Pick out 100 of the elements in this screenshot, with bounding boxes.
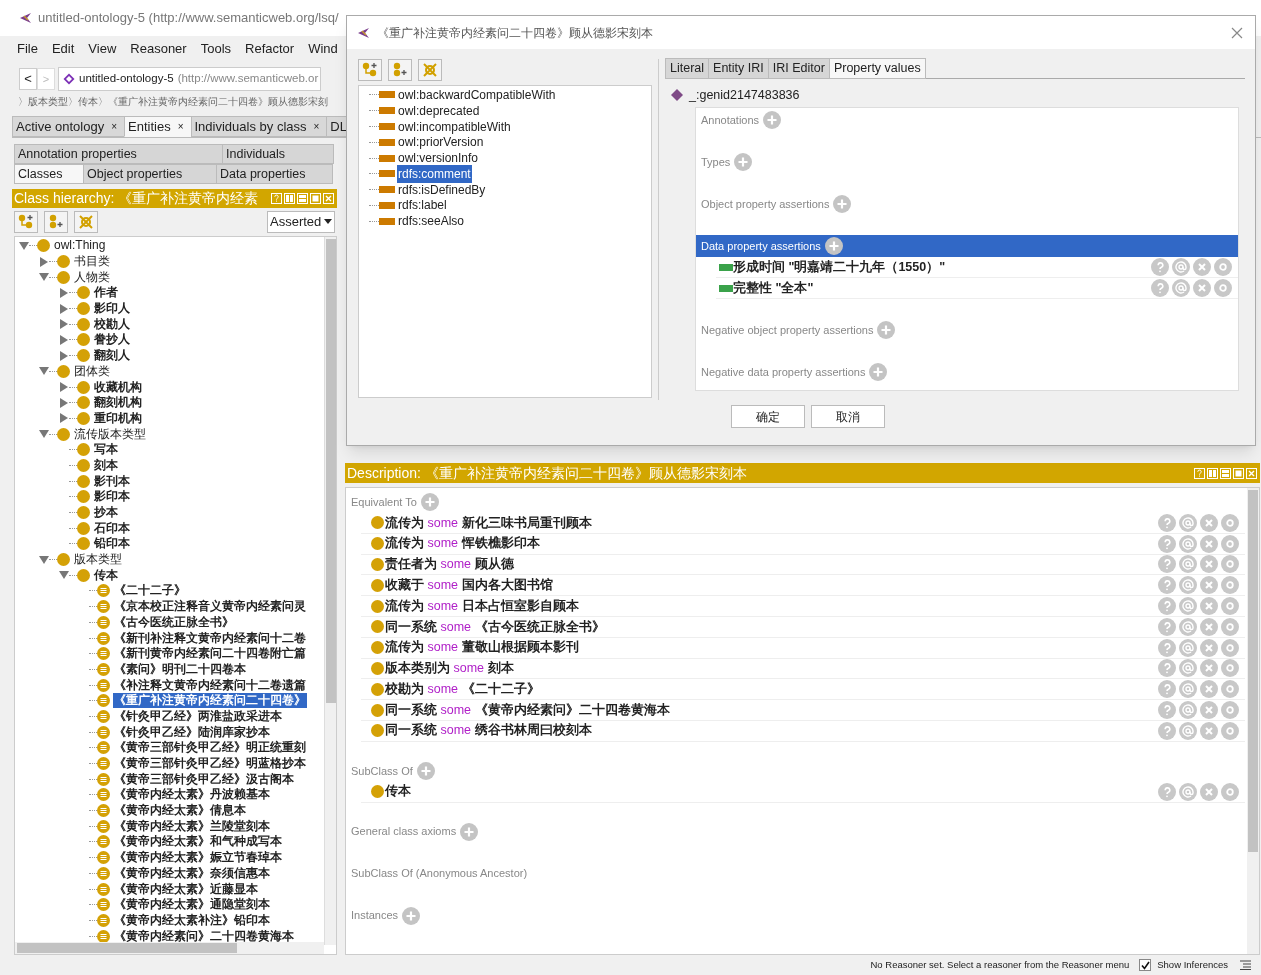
tab[interactable]: Individuals [222, 144, 334, 164]
class-item[interactable]: 收藏机构 [93, 379, 143, 395]
section-header[interactable]: Data property assertions [696, 235, 1238, 257]
class-item[interactable]: owl:Thing [53, 238, 107, 254]
class-item[interactable]: 写本 [93, 442, 119, 458]
edit-button[interactable] [1221, 659, 1239, 678]
delete-button[interactable] [1193, 279, 1211, 297]
list-icon[interactable] [1240, 960, 1251, 970]
individual-item[interactable]: 《黄帝内经太素》和气种成写本 [113, 834, 283, 850]
annotate-button[interactable] [1179, 617, 1197, 636]
close-icon[interactable] [1246, 467, 1257, 479]
annotate-button[interactable] [1179, 513, 1197, 532]
tab-close-button[interactable]: × [177, 119, 184, 134]
tab[interactable]: IRI Editor [767, 58, 830, 79]
delete-button[interactable] [1200, 617, 1218, 636]
edit-button[interactable] [1221, 555, 1239, 574]
collapsed-arrow-icon[interactable] [59, 382, 69, 393]
vertical-scrollbar[interactable] [1247, 488, 1259, 954]
delete-button[interactable] [1200, 701, 1218, 720]
class-item[interactable]: 翻刻机构 [93, 395, 143, 411]
edit-button[interactable] [1221, 534, 1239, 553]
annotate-button[interactable] [1179, 555, 1197, 574]
edit-button[interactable] [1221, 576, 1239, 595]
tab[interactable]: Data properties [216, 164, 333, 184]
maximize-icon[interactable] [310, 193, 321, 204]
individual-item[interactable]: 《黄帝三部针灸甲乙经》明正统重刻 [113, 740, 307, 756]
tab[interactable]: Object properties [83, 164, 217, 184]
help-icon[interactable] [271, 193, 282, 204]
expanded-arrow-icon[interactable] [59, 570, 69, 581]
expanded-arrow-icon[interactable] [19, 240, 29, 251]
individual-item[interactable]: 《黄帝内经太素》通隐堂刻本 [113, 897, 271, 913]
class-item[interactable]: 校勘人 [93, 316, 131, 332]
class-item[interactable]: 团体类 [73, 363, 111, 379]
help-button[interactable] [1158, 576, 1176, 595]
help-button[interactable] [1158, 721, 1176, 740]
class-item[interactable]: 刻本 [93, 457, 119, 473]
scrollbar-thumb[interactable] [1248, 490, 1258, 852]
property-item[interactable]: rdfs:comment [397, 164, 472, 183]
individual-item[interactable]: 《京本校正注释音义黄帝内经素问灵 [113, 599, 307, 615]
collapsed-arrow-icon[interactable] [59, 287, 69, 298]
individual-item[interactable]: 《素问》明刊二十四卷本 [113, 661, 247, 677]
individual-item[interactable]: 《黄帝内经素问》二十四卷黄海本 [113, 928, 295, 942]
annotate-button[interactable] [1179, 597, 1197, 616]
menu-item[interactable]: Refactor [238, 39, 302, 59]
collapsed-arrow-icon[interactable] [59, 350, 69, 361]
individual-item[interactable]: 《补注释文黄帝内经素问十二卷遗篇 [113, 677, 307, 693]
edit-button[interactable] [1221, 597, 1239, 616]
individual-item[interactable]: 《针灸甲乙经》两淮盐政采进本 [113, 708, 283, 724]
annotate-button[interactable] [1179, 701, 1197, 720]
delete-button[interactable] [1200, 513, 1218, 532]
individual-item[interactable]: 《新刊黄帝内经素问二十四卷附亡篇 [113, 646, 307, 662]
annotate-button[interactable] [1179, 576, 1197, 595]
help-button[interactable] [1158, 513, 1176, 532]
individual-item[interactable]: 《黄帝内经太素》近藤显本 [113, 881, 259, 897]
tab[interactable]: Entities × [124, 116, 192, 137]
scrollbar-thumb[interactable] [17, 943, 237, 953]
delete-button[interactable] [1200, 597, 1218, 616]
delete-button[interactable] [1200, 680, 1218, 699]
class-item[interactable]: 人物类 [73, 269, 111, 285]
back-button[interactable]: < [19, 68, 37, 90]
edit-button[interactable] [1214, 258, 1232, 276]
individual-item[interactable]: 《黄帝三部针灸甲乙经》汲古阁本 [113, 771, 295, 787]
class-item[interactable]: 流传版本类型 [73, 426, 147, 442]
collapsed-arrow-icon[interactable] [59, 334, 69, 345]
individual-item[interactable]: 《古今医统正脉全书》 [113, 614, 235, 630]
annotate-button[interactable] [1172, 258, 1190, 276]
maximize-icon[interactable] [1233, 467, 1244, 479]
property-item[interactable]: rdfs:isDefinedBy [397, 180, 487, 199]
delete-button[interactable] [1200, 782, 1218, 801]
split-vertical-icon[interactable] [284, 193, 295, 204]
menu-item[interactable]: Tools [193, 39, 239, 59]
class-item[interactable]: 影刊本 [93, 473, 131, 489]
delete-button[interactable] [1200, 534, 1218, 553]
delete-button[interactable] [1200, 576, 1218, 595]
class-item[interactable]: 翻刻人 [93, 348, 131, 364]
individual-item[interactable]: 《黄帝三部针灸甲乙经》明蓝格抄本 [113, 756, 307, 772]
help-button[interactable] [1158, 555, 1176, 574]
tab[interactable]: Active ontology × [12, 116, 125, 137]
close-icon[interactable] [323, 193, 334, 204]
expanded-arrow-icon[interactable] [39, 429, 49, 440]
class-item[interactable]: 书目类 [73, 254, 111, 270]
tab[interactable]: Literal [665, 58, 710, 79]
tab-close-button[interactable]: × [111, 119, 117, 134]
annotate-button[interactable] [1179, 638, 1197, 657]
class-item[interactable]: 传本 [93, 567, 119, 583]
property-item[interactable]: rdfs:seeAlso [397, 212, 466, 231]
split-vertical-icon[interactable] [1207, 467, 1218, 479]
individual-item[interactable]: 《黄帝内经太素》丹波赖基本 [113, 787, 271, 803]
section-header[interactable]: Negative object property assertions [696, 319, 1238, 341]
split-horizontal-icon[interactable] [297, 193, 308, 204]
add-subclass-button[interactable] [358, 59, 382, 81]
menu-item[interactable]: Reasoner [123, 39, 194, 59]
section-header[interactable]: Negative data property assertions [696, 361, 1238, 383]
add-sibling-button[interactable] [388, 59, 412, 81]
help-button[interactable] [1158, 782, 1176, 801]
class-item[interactable]: 版本类型 [73, 552, 123, 568]
annotate-button[interactable] [1179, 680, 1197, 699]
individual-item[interactable]: 《黄帝内经太素》奈须信惠本 [113, 865, 271, 881]
property-item[interactable]: owl:deprecated [397, 101, 481, 120]
help-button[interactable] [1158, 659, 1176, 678]
